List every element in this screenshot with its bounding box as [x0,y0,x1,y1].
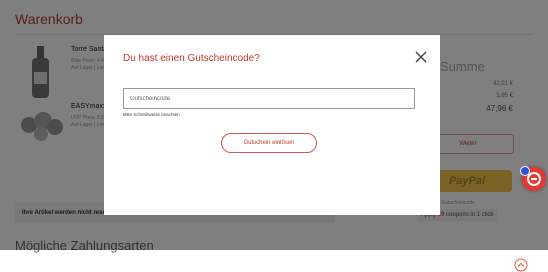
redeem-coupon-button[interactable]: Gutschein einlösen [221,133,317,153]
close-icon[interactable] [414,50,428,64]
coupon-code-input[interactable] [123,88,415,109]
notification-dot [520,166,530,176]
chevron-up-icon[interactable] [514,258,528,272]
modal-title: Du hast einen Gutscheincode? [123,53,260,64]
input-hint: Bitte Schreibweise beachten [123,112,180,117]
coupon-modal: Du hast einen Gutscheincode? Bitte Schre… [104,35,440,215]
